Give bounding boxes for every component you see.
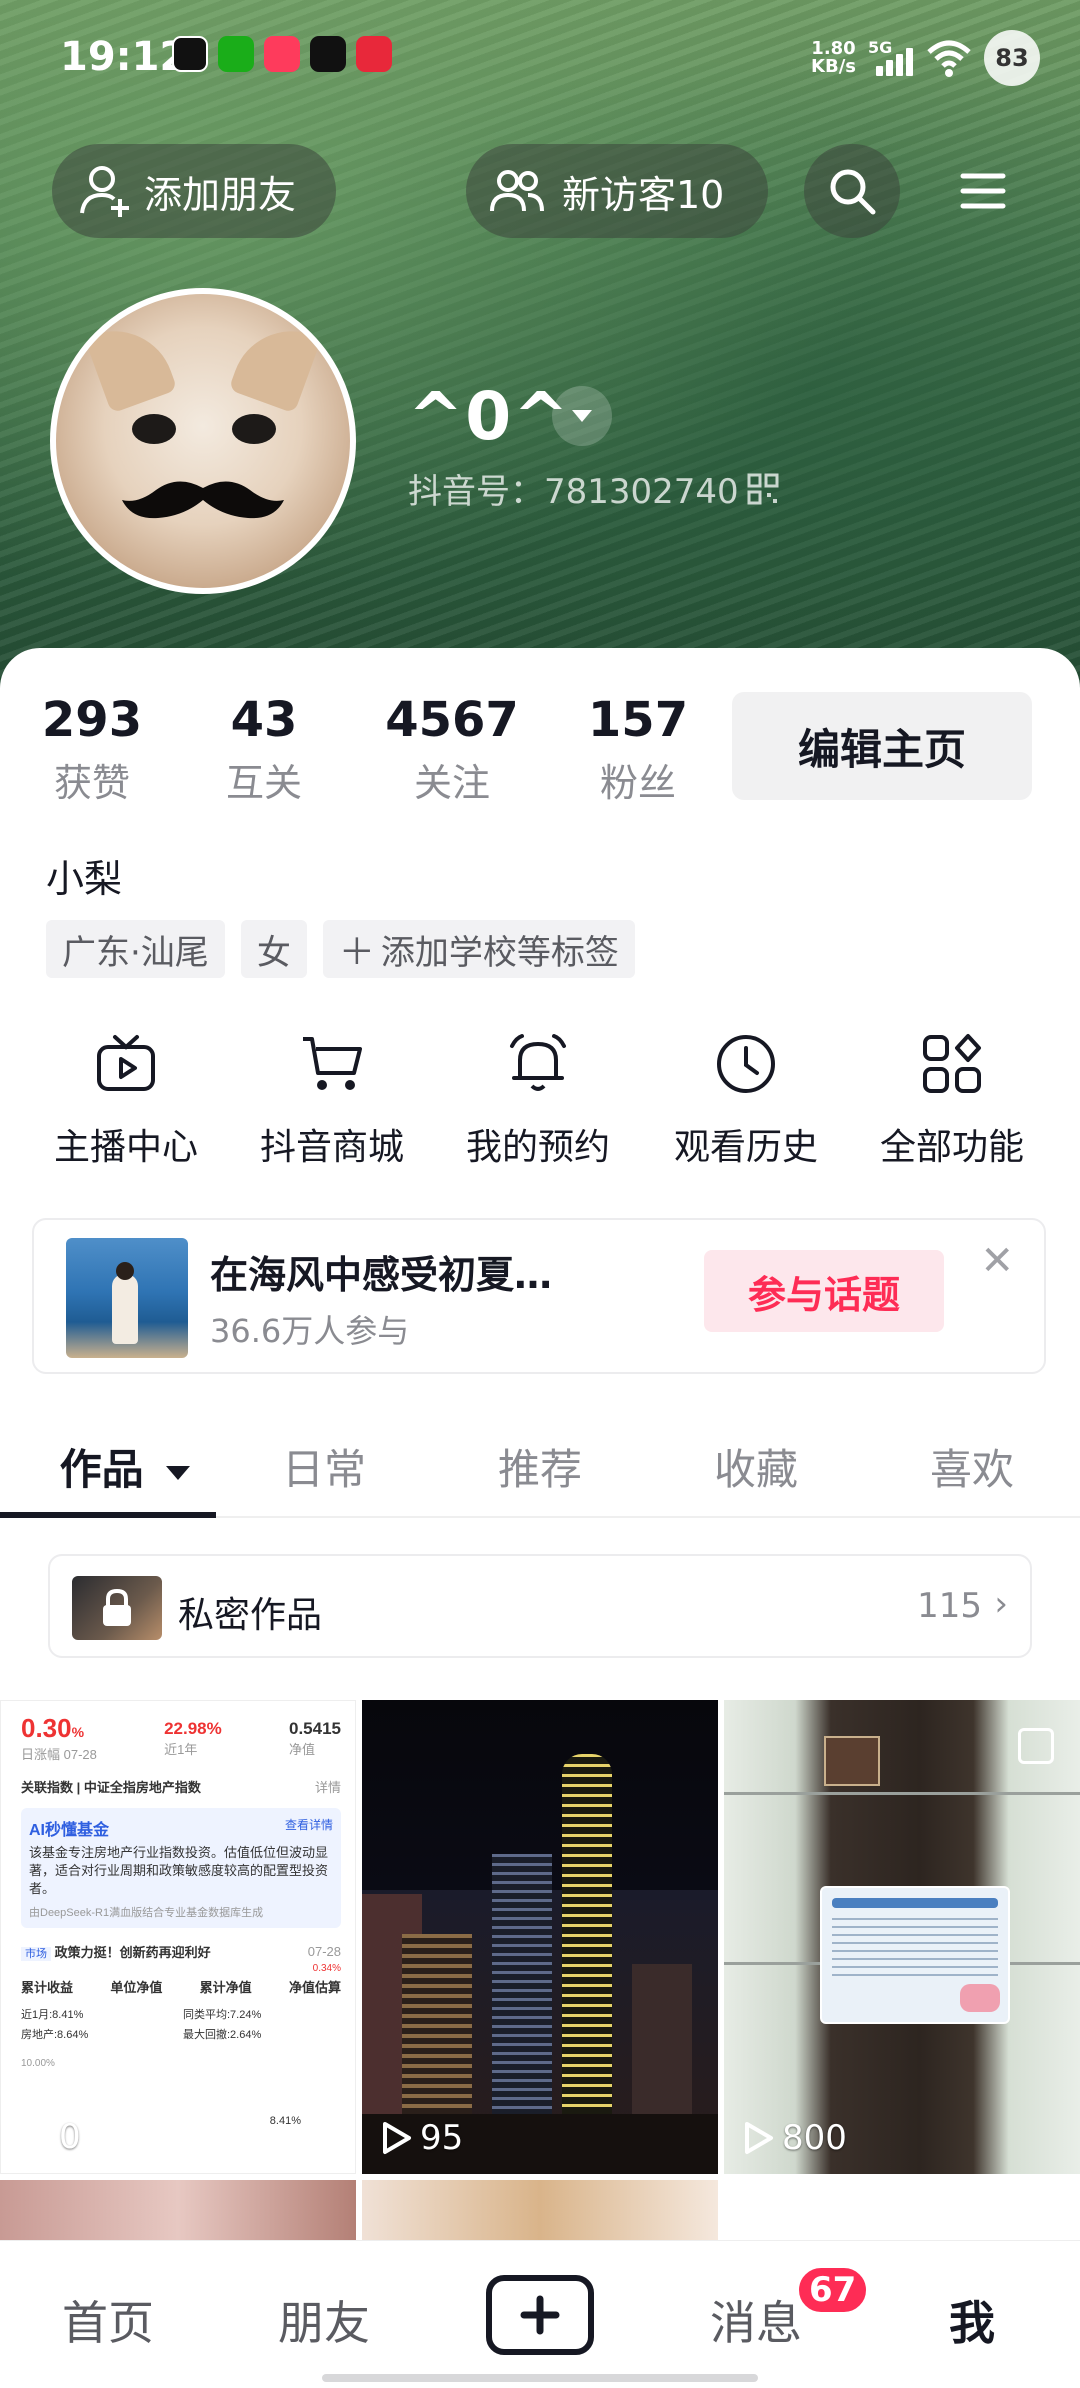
notification-icons xyxy=(172,36,392,72)
home-indicator xyxy=(322,2374,758,2382)
location-tag[interactable]: 广东·汕尾 xyxy=(46,920,225,978)
tv-icon xyxy=(97,1035,155,1091)
caret-down-icon xyxy=(572,410,592,422)
tab-favorites[interactable]: 收藏 xyxy=(648,1436,864,1497)
battery-indicator: 83 xyxy=(984,30,1040,86)
create-post-button[interactable] xyxy=(486,2275,594,2355)
tab-likes[interactable]: 喜欢 xyxy=(864,1436,1080,1497)
feature-streamer-center[interactable]: 主播中心 xyxy=(26,1024,226,1170)
add-user-icon xyxy=(80,166,129,217)
private-thumbnail xyxy=(72,1576,162,1640)
tiktok-icon xyxy=(172,36,208,72)
nav-me[interactable]: 我 xyxy=(892,2287,1052,2353)
gender-tag[interactable]: 女 xyxy=(240,920,307,978)
grid-icon xyxy=(923,1034,981,1093)
topic-thumbnail xyxy=(66,1238,188,1358)
stat-mutual[interactable]: 43 互关 xyxy=(184,692,344,807)
play-icon xyxy=(745,2122,773,2154)
play-count: 0 xyxy=(21,2117,81,2157)
nav-friends[interactable]: 朋友 xyxy=(244,2287,404,2353)
avatar[interactable] xyxy=(50,288,356,594)
close-icon[interactable]: ✕ xyxy=(980,1238,1014,1284)
feature-douyin-mall[interactable]: 抖音商城 xyxy=(232,1024,432,1170)
content-tabs: 作品 日常 推荐 收藏 喜欢 xyxy=(0,1418,1080,1518)
private-works-label: 私密作品 xyxy=(178,1595,323,1636)
plus-icon: ＋ xyxy=(338,932,375,973)
status-bar: 19:12 1.80 KB/s 5G 83 xyxy=(0,0,1080,110)
chevron-right-icon: › xyxy=(994,1584,1008,1624)
account-switch-button[interactable] xyxy=(552,386,612,446)
net-speed: 1.80 KB/s xyxy=(811,38,856,77)
stat-likes[interactable]: 293 获赞 xyxy=(12,692,172,807)
video-card[interactable]: 800 xyxy=(724,1700,1080,2174)
visitors-icon xyxy=(490,170,544,212)
menu-button[interactable] xyxy=(936,144,1030,238)
stats-row: 293 获赞 43 互关 4567 关注 157 粉丝 xyxy=(0,692,720,812)
signal-icon: 5G xyxy=(868,38,914,78)
mustache-graphic xyxy=(122,481,284,519)
menu-icon xyxy=(960,173,1006,209)
play-icon xyxy=(383,2122,411,2154)
bell-icon xyxy=(510,1034,566,1091)
cart-icon xyxy=(303,1037,362,1090)
status-time: 19:12 xyxy=(60,34,188,80)
wechat-icon xyxy=(218,36,254,72)
qr-code-icon xyxy=(747,473,779,504)
tab-works[interactable]: 作品 xyxy=(18,1436,234,1497)
search-button[interactable] xyxy=(804,144,900,238)
stat-followers[interactable]: 157 粉丝 xyxy=(558,692,718,807)
play-count: 95 xyxy=(382,2118,463,2158)
caret-down-icon xyxy=(166,1465,191,1480)
plus-icon xyxy=(520,2295,560,2335)
nickname: 小梨 xyxy=(46,857,123,901)
active-tab-indicator xyxy=(0,1512,216,1518)
add-friend-button[interactable]: 添加朋友 xyxy=(52,144,336,238)
profile-panel: 293 获赞 43 互关 4567 关注 157 粉丝 编辑主页 小梨 广东·汕… xyxy=(0,648,1080,2388)
nav-home[interactable]: 首页 xyxy=(28,2287,188,2353)
private-works-count: 115 xyxy=(917,1586,982,1626)
lock-icon xyxy=(103,1588,131,1626)
search-icon xyxy=(830,169,876,215)
lychee-icon xyxy=(356,36,392,72)
video-card[interactable]: 95 xyxy=(362,1700,718,2174)
feature-reservations[interactable]: 我的预约 xyxy=(438,1024,638,1170)
add-tag-button[interactable]: ＋ 添加学校等标签 xyxy=(322,920,635,978)
private-works-entry[interactable]: 私密作品 115 › xyxy=(48,1554,1032,1658)
feature-all-functions[interactable]: 全部功能 xyxy=(852,1024,1052,1170)
topic-title: 在海风中感受初夏… xyxy=(210,1253,553,1297)
bottom-navigation: 首页 朋友 消息 67 我 xyxy=(0,2240,1080,2388)
play-count: 800 xyxy=(744,2118,847,2158)
join-topic-button[interactable]: 参与话题 xyxy=(704,1250,944,1332)
messages-badge: 67 xyxy=(796,2265,870,2315)
tab-daily[interactable]: 日常 xyxy=(216,1436,432,1497)
play-icon xyxy=(22,2121,50,2153)
feature-shortcuts: 主播中心 抖音商城 我的预约 观看历史 全部功能 xyxy=(0,1024,1080,1174)
tab-recommended[interactable]: 推荐 xyxy=(432,1436,648,1497)
video-card[interactable]: 0.30% 日涨幅 07-28 22.98% 近1年 0.5415 净值 关联指数 |… xyxy=(0,1700,356,2174)
stat-following[interactable]: 4567 关注 xyxy=(372,692,532,807)
topic-participants: 36.6万人参与 xyxy=(210,1312,410,1350)
new-visitors-button[interactable]: 新访客10 xyxy=(466,144,768,238)
douyin-id[interactable]: 抖音号：781302740 xyxy=(408,464,779,513)
username: ^0^ xyxy=(408,378,571,455)
clock-icon xyxy=(717,1035,775,1093)
profile-tags: 广东·汕尾 女 ＋ 添加学校等标签 xyxy=(46,920,635,978)
edit-profile-button[interactable]: 编辑主页 xyxy=(732,692,1032,800)
music-icon xyxy=(264,36,300,72)
tiktok-icon xyxy=(310,36,346,72)
wifi-icon xyxy=(927,40,971,77)
feature-watch-history[interactable]: 观看历史 xyxy=(646,1024,846,1170)
topic-banner[interactable]: 在海风中感受初夏… 36.6万人参与 参与话题 ✕ xyxy=(32,1218,1046,1374)
